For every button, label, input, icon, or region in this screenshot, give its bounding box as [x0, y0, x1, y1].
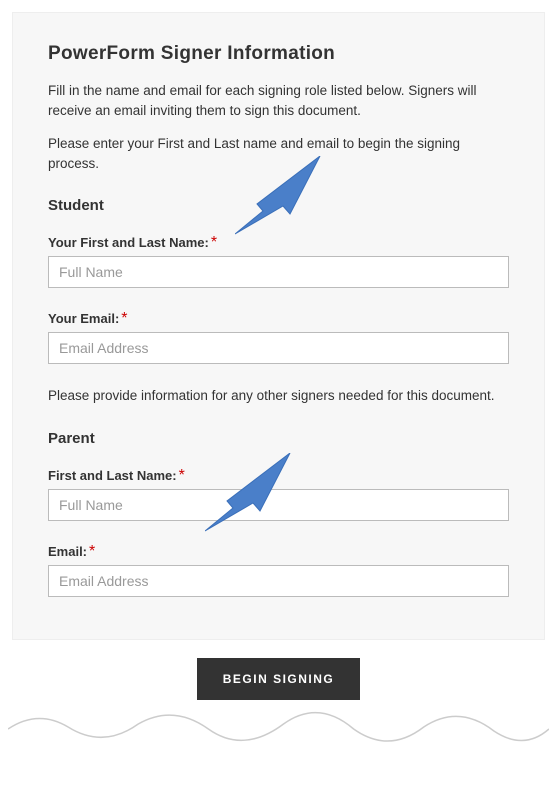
- parent-email-group: Email:*: [48, 543, 509, 597]
- intro-text-1: Fill in the name and email for each sign…: [48, 81, 509, 120]
- student-name-label: Your First and Last Name:: [48, 235, 209, 250]
- student-email-label: Your Email:: [48, 311, 119, 326]
- page-title: PowerForm Signer Information: [48, 43, 509, 65]
- footer: BEGIN SIGNING: [0, 658, 557, 700]
- required-mark: *: [179, 467, 185, 484]
- parent-heading: Parent: [48, 430, 509, 447]
- required-mark: *: [89, 543, 95, 560]
- parent-name-group: First and Last Name:*: [48, 467, 509, 521]
- begin-signing-button[interactable]: BEGIN SIGNING: [197, 658, 361, 700]
- torn-edge-decoration: [8, 699, 549, 779]
- student-heading: Student: [48, 197, 509, 214]
- intro-text-2: Please enter your First and Last name an…: [48, 134, 509, 173]
- student-email-group: Your Email:*: [48, 310, 509, 364]
- student-email-input[interactable]: [48, 332, 509, 364]
- parent-email-input[interactable]: [48, 565, 509, 597]
- powerform-panel: PowerForm Signer Information Fill in the…: [12, 12, 545, 640]
- other-signers-text: Please provide information for any other…: [48, 386, 509, 406]
- required-mark: *: [211, 234, 217, 251]
- student-name-input[interactable]: [48, 256, 509, 288]
- required-mark: *: [121, 310, 127, 327]
- parent-name-label: First and Last Name:: [48, 468, 177, 483]
- parent-email-label: Email:: [48, 544, 87, 559]
- student-name-group: Your First and Last Name:*: [48, 234, 509, 288]
- parent-name-input[interactable]: [48, 489, 509, 521]
